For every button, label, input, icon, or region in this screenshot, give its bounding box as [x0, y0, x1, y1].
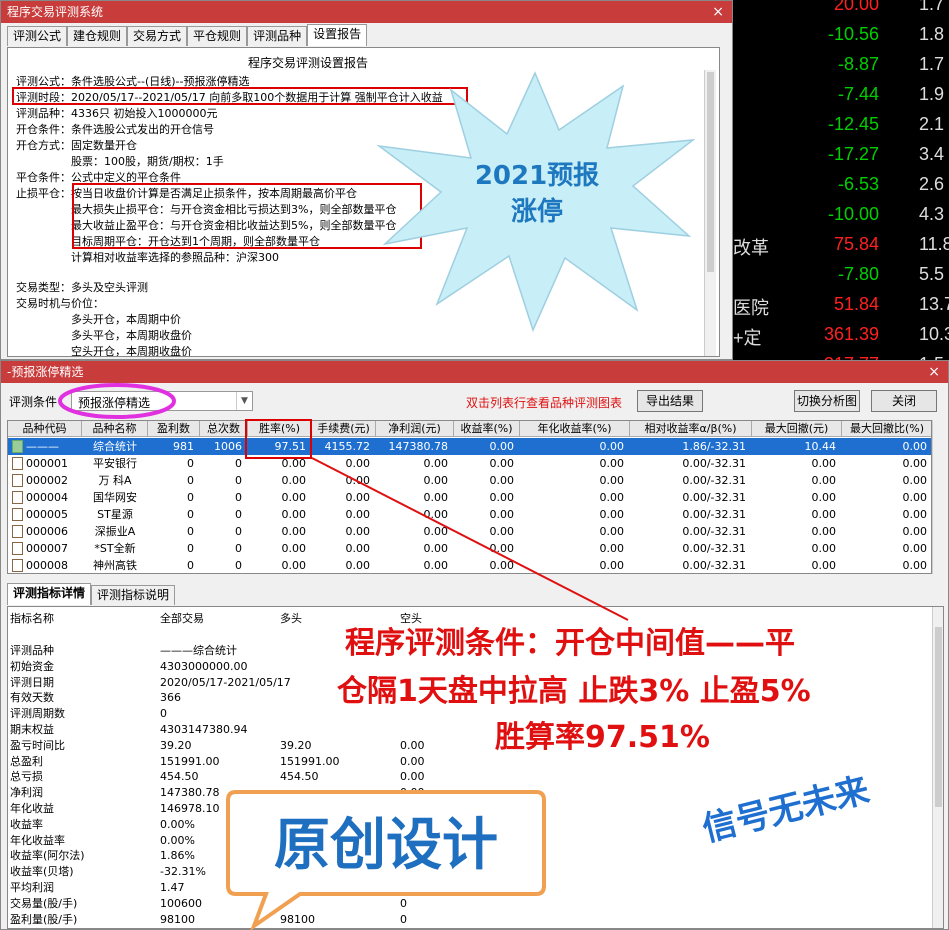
annotation-line-2: 仓隔1天盘中拉高 止跌3% 止盈5% — [337, 674, 811, 709]
annotation-line-1: 程序评测条件：开仓中间值——平 — [345, 626, 795, 661]
annotation-line-3: 胜算率97.51% — [495, 720, 710, 755]
original-design-text: 原创设计 — [274, 813, 498, 878]
speech-bubble: 原创设计 — [226, 790, 546, 930]
